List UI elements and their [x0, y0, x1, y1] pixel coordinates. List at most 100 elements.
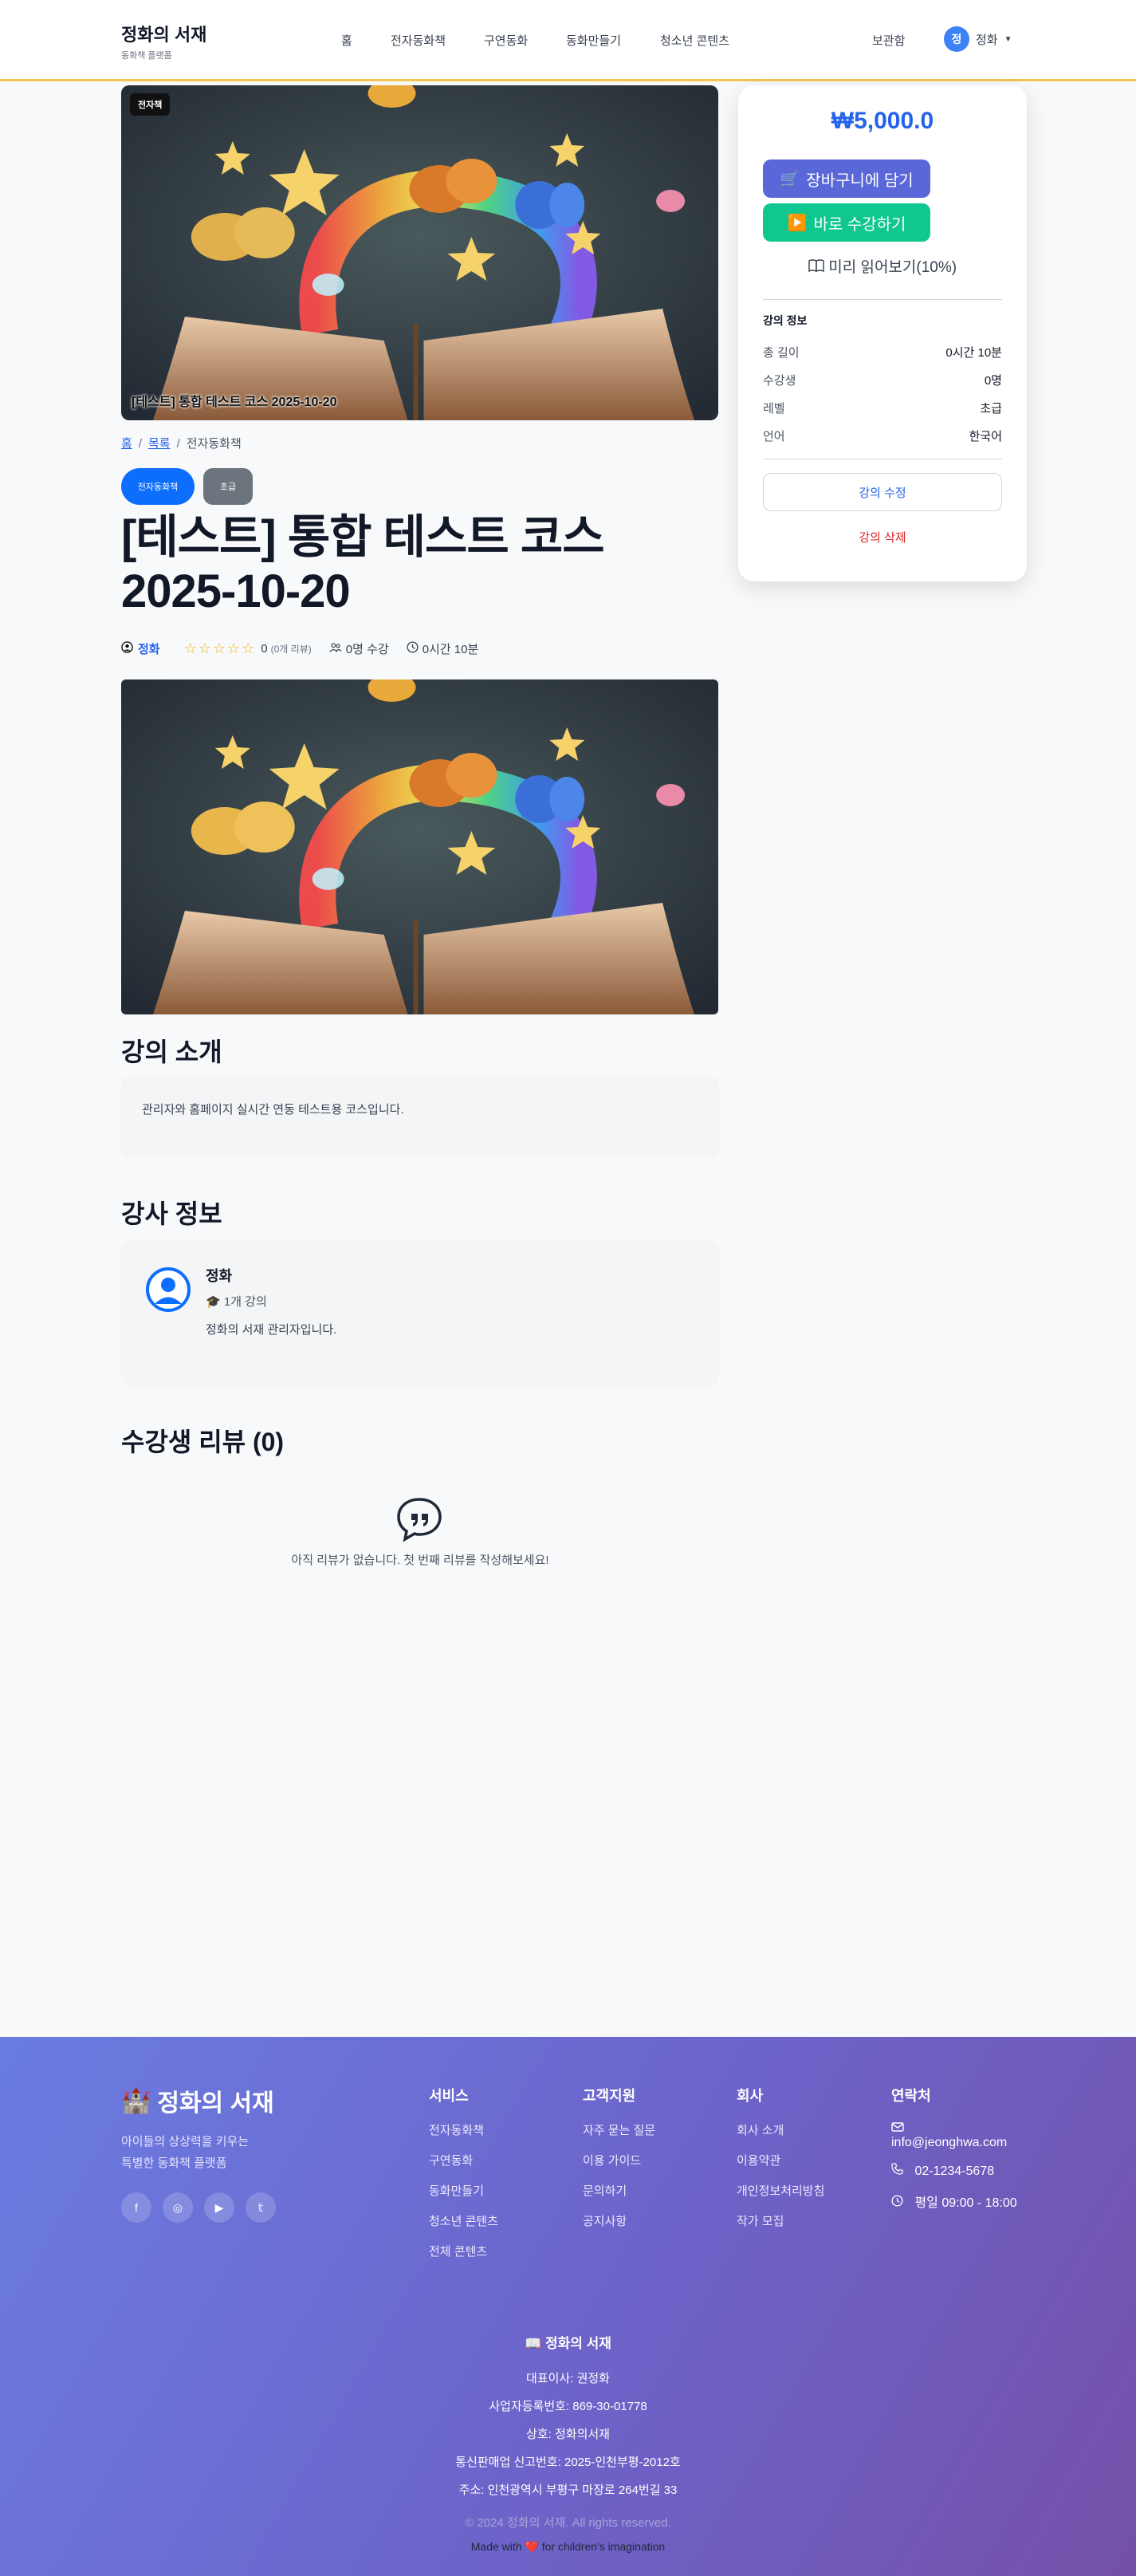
site-footer: 🏰 정화의 서재 아이들의 상상력을 키우는 특별한 동화책 플랫폼 f ◎ ▶… [0, 2037, 1136, 2576]
contact-phone[interactable]: 02-1234-5678 [891, 2163, 1017, 2179]
footer-link[interactable]: 회사 소개 [737, 2121, 824, 2138]
enroll-now-button[interactable]: ▶️ 바로 수강하기 [763, 203, 930, 242]
footer-services: 서비스 전자동화책 구연동화 동화만들기 청소년 콘텐츠 전체 콘텐츠 [429, 2085, 498, 2273]
contact-email[interactable]: info@jeonghwa.com [891, 2121, 1017, 2150]
enroll-now-label: 바로 수강하기 [813, 215, 906, 234]
cover-caption: [테스트] 통합 테스트 코스 2025-10-20 [132, 396, 337, 409]
purchase-card: ₩5,000.0 🛒 장바구니에 담기 ▶️ 바로 수강하기 미리 읽어보기(1… [738, 85, 1027, 581]
nav-make-story[interactable]: 동화만들기 [566, 32, 621, 49]
review-count: (0개 리뷰) [270, 644, 312, 655]
footer-col-title: 회사 [737, 2088, 764, 2104]
instructor-card: 정화 🎓 1개 강의 정화의 서재 관리자입니다. [121, 1239, 719, 1388]
course-tags: 전자동화책 초급 [121, 468, 253, 505]
footer-description: 아이들의 상상력을 키우는 특별한 동화책 플랫폼 [121, 2131, 249, 2174]
footer-link[interactable]: 동화만들기 [429, 2182, 498, 2199]
footer-link[interactable]: 공지사항 [583, 2212, 655, 2229]
footer-bottom-brand: 📖 정화의 서재 [0, 2332, 1136, 2352]
page-title: [테스트] 통합 테스트 코스 2025-10-20 [121, 511, 605, 617]
divider [763, 299, 1002, 300]
caret-down-icon: ▼ [1004, 34, 1012, 44]
instructor-bio: 정화의 서재 관리자입니다. [206, 1323, 337, 1337]
made-with-prefix: Made with [470, 2540, 522, 2553]
instructor-heading: 강사 정보 [121, 1199, 222, 1228]
business-number: 사업자등록번호: 869-30-01778 [489, 2400, 647, 2413]
add-to-cart-label: 장바구니에 담기 [806, 171, 914, 190]
castle-icon: 🏰 [121, 2087, 151, 2114]
bookmark-link[interactable]: 보관함 [872, 32, 905, 49]
intro-text: 관리자와 홈페이지 실시간 연동 테스트용 코스입니다. [142, 1103, 404, 1117]
footer-desc-line: 특별한 동화책 플랫폼 [121, 2157, 227, 2170]
preview-label: 미리 읽어보기(10%) [828, 259, 957, 276]
rating-value: 0 [261, 642, 268, 656]
footer-link[interactable]: 문의하기 [583, 2182, 655, 2199]
footer-link[interactable]: 전체 콘텐츠 [429, 2243, 498, 2259]
delete-course-button[interactable]: 강의 삭제 [738, 529, 1027, 546]
footer-link[interactable]: 청소년 콘텐츠 [429, 2212, 498, 2229]
quote-chat-icon [395, 1495, 443, 1542]
graduation-cap-icon: 🎓 [206, 1295, 221, 1309]
user-circle-icon [121, 641, 133, 656]
footer-company: 회사 회사 소개 이용약관 개인정보처리방침 작가 모집 [737, 2085, 824, 2243]
instructor-course-count: 🎓 1개 강의 [206, 1293, 267, 1310]
brand-logo[interactable]: 정화의 서재 동화책 플랫폼 [121, 21, 206, 61]
nav-ebooks[interactable]: 전자동화책 [391, 32, 446, 49]
phone-icon [891, 2163, 906, 2178]
instagram-icon[interactable]: ◎ [163, 2192, 193, 2223]
social-links: f ◎ ▶ 𝕥 [121, 2192, 276, 2223]
footer-link[interactable]: 구연동화 [429, 2152, 498, 2168]
footer-bottom-brand-name: 정화의 서재 [544, 2336, 611, 2351]
youtube-icon[interactable]: ▶ [204, 2192, 234, 2223]
brand-name[interactable]: 정화의 서재 [121, 21, 206, 46]
footer-link[interactable]: 개인정보처리방침 [737, 2182, 824, 2199]
footer-brand[interactable]: 🏰 정화의 서재 [121, 2083, 274, 2118]
heart-icon: ❤️ [525, 2540, 539, 2553]
nav-storytelling[interactable]: 구연동화 [484, 32, 528, 49]
info-row-level: 레벨 초급 [763, 400, 1002, 416]
info-label: 총 길이 [763, 346, 800, 360]
breadcrumb-home[interactable]: 홈 [121, 437, 132, 451]
copyright: © 2024 정화의 서재. All rights reserved. [465, 2516, 671, 2530]
info-value: 0시간 10분 [945, 346, 1002, 360]
footer-contact: 연락처 info@jeonghwa.com 02-1234-5678 평일 09… [891, 2085, 1017, 2223]
person-circle-icon [145, 1266, 191, 1313]
nav-home[interactable]: 홈 [341, 32, 352, 49]
category-badge: 전자동화책 [121, 468, 195, 505]
info-value: 0명 [984, 374, 1002, 388]
footer-link[interactable]: 이용 가이드 [583, 2152, 655, 2168]
footer-link[interactable]: 작가 모집 [737, 2212, 824, 2229]
add-to-cart-button[interactable]: 🛒 장바구니에 담기 [763, 160, 930, 198]
open-book-icon [808, 259, 828, 276]
twitter-icon[interactable]: 𝕥 [246, 2192, 276, 2223]
brand-subtitle: 동화책 플랫폼 [121, 51, 172, 61]
breadcrumb-separator: / [176, 437, 180, 451]
play-icon: ▶️ [787, 214, 808, 232]
contact-hours-text: 평일 09:00 - 18:00 [914, 2196, 1017, 2210]
nav-youth[interactable]: 청소년 콘텐츠 [660, 32, 729, 49]
contact-phone-text: 02-1234-5678 [914, 2164, 995, 2178]
company-ceo: 대표이사: 권정화 [526, 2372, 610, 2385]
trade-name: 상호: 정화의서재 [526, 2428, 610, 2441]
no-reviews-message: 아직 리뷰가 없습니다. 첫 번째 리뷰를 작성해보세요! [291, 1554, 549, 1567]
user-name: 정화 [976, 33, 998, 47]
footer-desc-line: 아이들의 상상력을 키우는 [121, 2135, 250, 2149]
course-duration: 0시간 10분 [422, 643, 479, 656]
info-row-students: 수강생 0명 [763, 372, 1002, 388]
preview-link[interactable]: 미리 읽어보기(10%) [738, 255, 1027, 277]
mail-order-number: 통신판매업 신고번호: 2025-인천부평-2012호 [455, 2456, 681, 2469]
facebook-icon[interactable]: f [121, 2192, 151, 2223]
footer-col-title: 고객지원 [583, 2088, 636, 2104]
breadcrumb-current: 전자동화책 [186, 437, 242, 451]
level-badge: 초급 [203, 468, 253, 505]
info-label: 수강생 [763, 374, 796, 388]
breadcrumb-list[interactable]: 목록 [148, 437, 171, 451]
ebook-badge: 전자책 [130, 93, 171, 116]
reviews-heading: 수강생 리뷰 (0) [121, 1428, 285, 1456]
students-icon [329, 642, 342, 656]
edit-course-button[interactable]: 강의 수정 [763, 473, 1002, 511]
clock-icon [891, 2195, 906, 2210]
footer-link[interactable]: 이용약관 [737, 2152, 824, 2168]
instructor-link[interactable]: 정화 [138, 640, 160, 657]
footer-link[interactable]: 자주 묻는 질문 [583, 2121, 655, 2138]
user-menu[interactable]: 정 정화 ▼ [944, 26, 1012, 52]
footer-link[interactable]: 전자동화책 [429, 2121, 498, 2138]
